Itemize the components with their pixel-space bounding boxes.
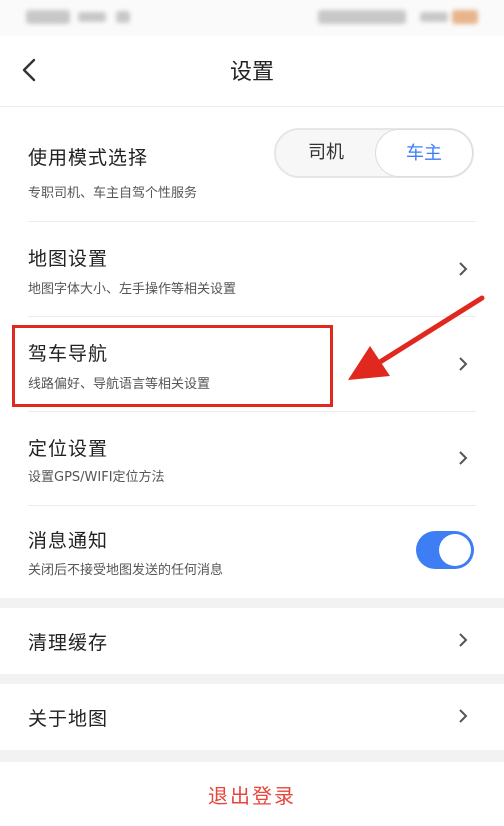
status-time [318, 10, 406, 24]
about-row[interactable]: 关于地图 [0, 684, 504, 750]
chevron-right-icon [456, 260, 470, 278]
logout-button[interactable]: 退出登录 [0, 780, 504, 809]
location-settings-title: 定位设置 [28, 438, 109, 460]
chevron-right-icon [456, 707, 470, 725]
notifications-subtitle: 关闭后不接受地图发送的任何消息 [28, 563, 224, 578]
status-percent [420, 12, 448, 22]
status-bar [0, 0, 504, 36]
battery-icon [452, 10, 478, 24]
mode-segmented-control: 司机 车主 [274, 128, 474, 178]
header: 设置 [0, 36, 504, 106]
mode-title: 使用模式选择 [28, 147, 149, 169]
notifications-toggle[interactable] [416, 531, 474, 569]
mode-subtitle: 专职司机、车主自驾个性服务 [28, 186, 198, 201]
mode-option-driver[interactable]: 司机 [276, 130, 376, 176]
annotation-highlight-box [12, 325, 333, 407]
map-settings-subtitle: 地图字体大小、左手操作等相关设置 [28, 282, 237, 297]
status-carrier [26, 10, 70, 24]
clear-cache-title: 清理缓存 [28, 632, 109, 654]
map-settings-title: 地图设置 [28, 248, 109, 270]
location-settings-subtitle: 设置GPS/WIFI定位方法 [28, 470, 165, 485]
notifications-title: 消息通知 [28, 530, 109, 552]
section-gap [0, 674, 504, 684]
mode-option-owner[interactable]: 车主 [375, 129, 473, 177]
annotation-arrow-icon [348, 295, 485, 380]
page-title: 设置 [229, 60, 274, 85]
location-settings-row[interactable]: 定位设置 设置GPS/WIFI定位方法 [0, 412, 504, 506]
toggle-knob [439, 534, 471, 566]
section-gap [0, 750, 504, 762]
clear-cache-row[interactable]: 清理缓存 [0, 608, 504, 674]
chevron-right-icon [456, 631, 470, 649]
section-gap [0, 598, 504, 608]
about-title: 关于地图 [28, 708, 109, 730]
status-speed [78, 12, 106, 22]
chevron-right-icon [456, 449, 470, 467]
wifi-icon [116, 11, 130, 23]
